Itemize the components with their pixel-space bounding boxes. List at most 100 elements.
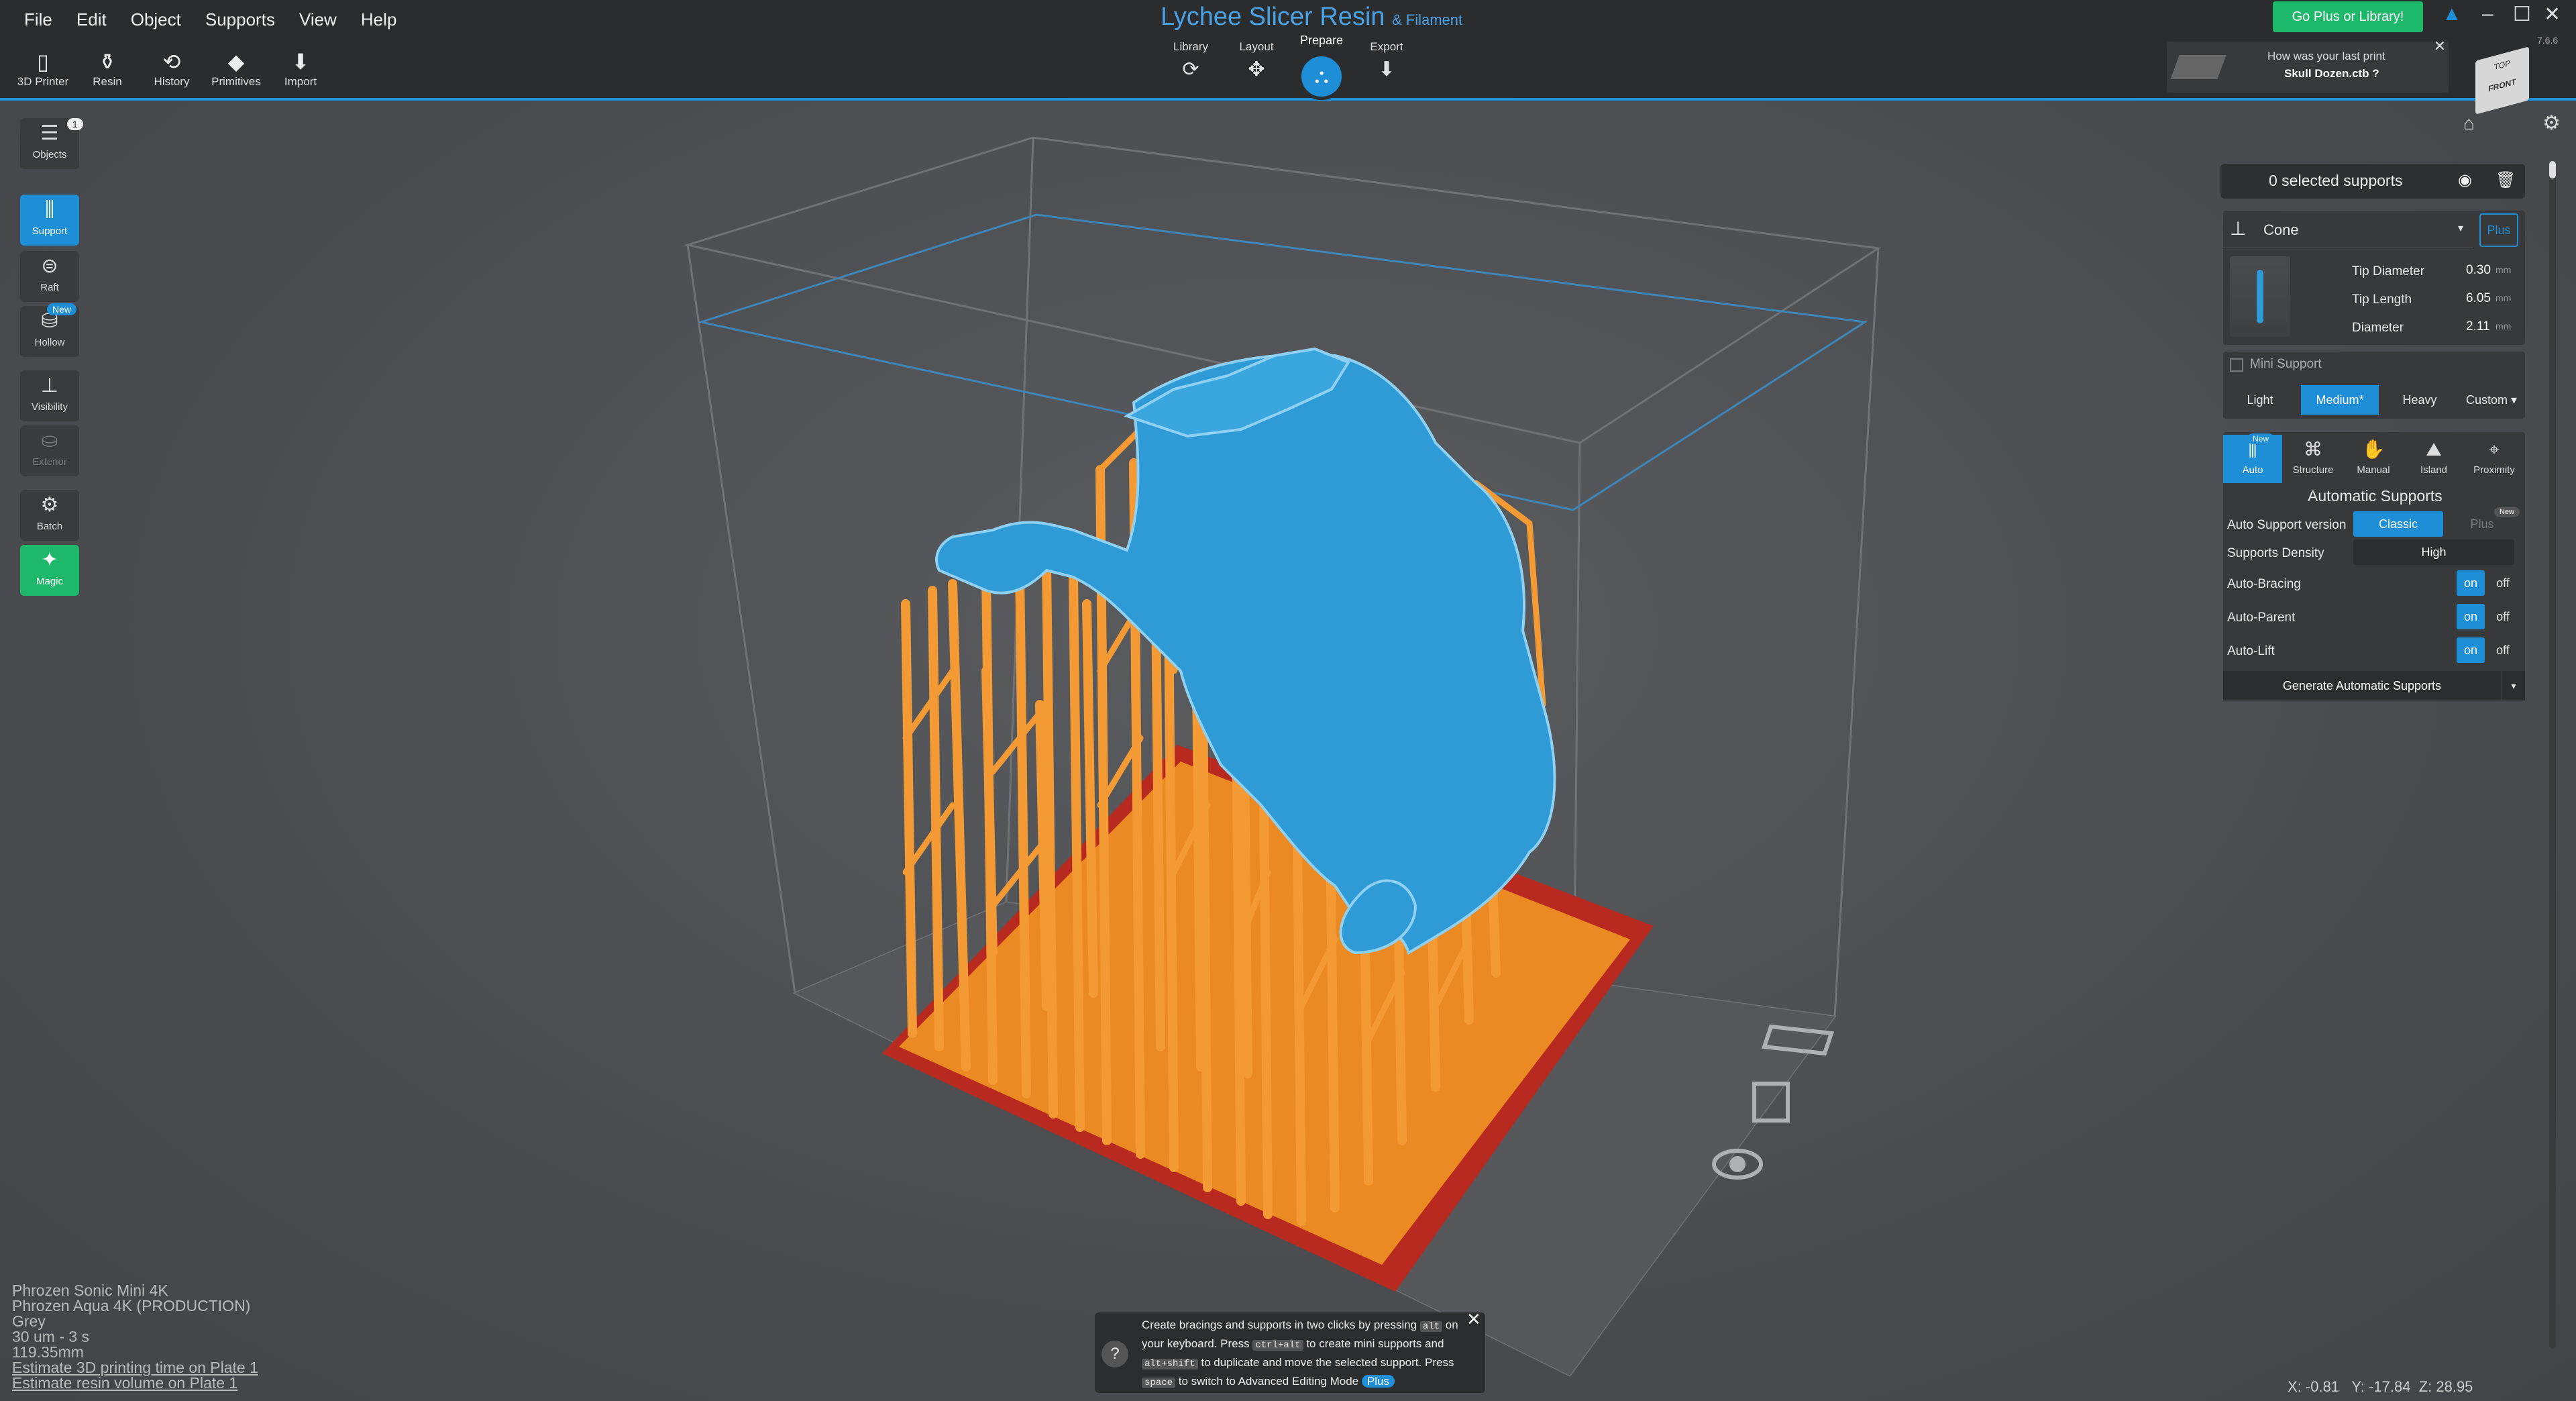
preset-light[interactable]: Light [2223,385,2297,415]
tip-length-input[interactable]: 6.05 [2466,291,2491,306]
visibility-button[interactable]: ⊥ Visibility [20,370,79,421]
auto-bracing-on[interactable]: on [2457,570,2485,596]
tab-manual[interactable]: ✋ Manual [2344,435,2403,483]
support-type-select[interactable]: ⊥ Cone ▾ [2223,211,2473,248]
menu-supports[interactable]: Supports [195,7,286,33]
chevron-down-icon: ▾ [2458,223,2464,234]
manual-icon: ✋ [2361,439,2385,460]
menu-view[interactable]: View [288,7,347,33]
tip-diameter-input[interactable]: 0.30 [2466,263,2491,278]
menu-file[interactable]: File [13,7,63,33]
close-window-button[interactable]: ✕ [2544,3,2561,26]
auto-parent-label: Auto-Parent [2227,611,2296,625]
support-icon: ⫼ [45,199,54,221]
toolbar-import-button[interactable]: ⬇ Import [271,48,330,89]
version-plus-new-badge: New [2494,507,2520,517]
vertical-scrollbar[interactable] [2549,161,2556,1349]
auto-lift-on[interactable]: on [2457,637,2485,663]
plus-button[interactable]: Plus [2479,213,2518,247]
auto-parent-on[interactable]: on [2457,604,2485,629]
plus-badge[interactable]: Plus [1361,1375,1395,1388]
diameter-unit: mm [2496,321,2512,331]
hollow-new-badge: New [47,303,77,315]
mini-support-label: Mini Support [2250,357,2322,371]
print-info: Phrozen Sonic Mini 4K Phrozen Aqua 4K (P… [12,1283,258,1391]
auto-supports-title: Automatic Supports [2308,487,2443,505]
top-bar: File Edit Object Supports View Help ▯ 3D … [0,0,2576,101]
support-column [981,666,998,957]
supports-density-label: Supports Density [2227,546,2324,560]
support-column [1082,599,1098,998]
export-icon: ⬇ [1378,58,1395,81]
maximize-button[interactable]: ☐ [2513,3,2531,26]
library-icon: ⟳ [1182,58,1199,81]
diameter-input[interactable]: 2.11 [2466,319,2490,334]
toolbar-resin-button[interactable]: ⚱ Resin [78,48,137,89]
settings-gear-icon[interactable]: ⚙ [2542,111,2561,135]
support-button[interactable]: ⫼ Support [20,195,79,246]
warning-icon[interactable]: ▲ [2442,3,2462,25]
menu-edit[interactable]: Edit [66,7,117,33]
delete-supports-icon[interactable]: 🗑 [2496,170,2516,190]
go-plus-button[interactable]: Go Plus or Library! [2273,1,2423,32]
help-icon: ? [1102,1341,1128,1367]
toolbar-3d-printer-button[interactable]: ▯ 3D Printer [13,48,72,89]
tip-length-label: Tip Length [2352,293,2412,307]
magic-button[interactable]: ✦ Magic [20,545,79,596]
tip-length-unit: mm [2496,293,2512,303]
version-classic-button[interactable]: Classic [2353,511,2443,537]
info-color: Grey [12,1312,46,1330]
home-icon[interactable]: ⌂ [2463,113,2475,134]
mini-support-checkbox[interactable] [2230,358,2243,372]
tab-island[interactable]: ⛰ Island [2404,435,2463,483]
estimate-resin-link[interactable]: Estimate resin volume on Plate 1 [12,1376,258,1391]
menu-object[interactable]: Object [120,7,192,33]
tip-diameter-label: Tip Diameter [2352,264,2425,278]
structure-icon: ⌘ [2304,439,2322,460]
viewport-3d[interactable] [0,0,2576,1401]
version-label: 7.6.6 [2537,35,2559,46]
tab-structure[interactable]: ⌘ Structure [2284,435,2343,483]
preset-heavy[interactable]: Heavy [2383,385,2457,415]
batch-icon: ⚙ [40,494,59,516]
step-library[interactable]: Library ⟳ [1161,40,1221,81]
step-layout[interactable]: Layout ✥ [1226,40,1287,81]
batch-button[interactable]: ⚙ Batch [20,490,79,541]
support-presets-panel: Mini Support Light Medium* Heavy Custom … [2223,352,2525,419]
supports-density-select[interactable]: High [2353,539,2514,565]
info-height: 119.35mm [12,1343,84,1361]
info-resin[interactable]: Phrozen Aqua 4K (PRODUCTION) [12,1298,258,1314]
toolbar-history-button[interactable]: ⟲ History [142,48,201,89]
support-preview-image [2230,256,2290,337]
minimize-button[interactable]: – [2482,3,2493,25]
estimate-time-link[interactable]: Estimate 3D printing time on Plate 1 [12,1360,258,1376]
raft-icon: ⊜ [41,255,58,277]
auto-parent-off[interactable]: off [2489,604,2517,629]
close-tip-button[interactable]: ✕ [1466,1310,1481,1328]
step-prepare[interactable]: Prepare ⛬ [1291,34,1352,100]
auto-bracing-off[interactable]: off [2489,570,2517,596]
generate-options-dropdown[interactable]: ▾ [2502,671,2525,701]
close-last-print-button[interactable]: ✕ [2434,38,2446,55]
tip-popup: ? Create bracings and supports in two cl… [1095,1310,1485,1393]
auto-lift-label: Auto-Lift [2227,644,2275,658]
shapes-icon: ◆ [227,50,245,74]
preset-custom[interactable]: Custom ▾ [2459,385,2524,415]
tab-proximity[interactable]: ⌖ Proximity [2465,435,2524,483]
magic-wand-icon: ✦ [41,549,58,571]
preset-medium[interactable]: Medium* [2301,385,2379,415]
step-export[interactable]: Export ⬇ [1356,40,1417,81]
selected-supports-bar: 0 selected supports ◉ 🗑 [2220,164,2525,199]
menu-help[interactable]: Help [350,7,407,33]
app-title: Lychee Slicer Resin & Filament [1161,3,1463,31]
raft-button[interactable]: ⊜ Raft [20,251,79,302]
resin-bottle-icon: ⚱ [98,50,117,74]
info-printer[interactable]: Phrozen Sonic Mini 4K [12,1283,258,1298]
toolbar-primitives-button[interactable]: ◆ Primitives [207,48,266,89]
menu-bar: File Edit Object Supports View Help [13,7,407,33]
hide-supports-icon[interactable]: ◉ [2458,170,2472,190]
generate-auto-supports-button[interactable]: Generate Automatic Supports [2223,671,2501,701]
auto-lift-off[interactable]: off [2489,637,2517,663]
last-print-card[interactable]: How was your last print Skull Dozen.ctb … [2167,38,2449,93]
exterior-button[interactable]: ⛀ Exterior [20,425,79,476]
